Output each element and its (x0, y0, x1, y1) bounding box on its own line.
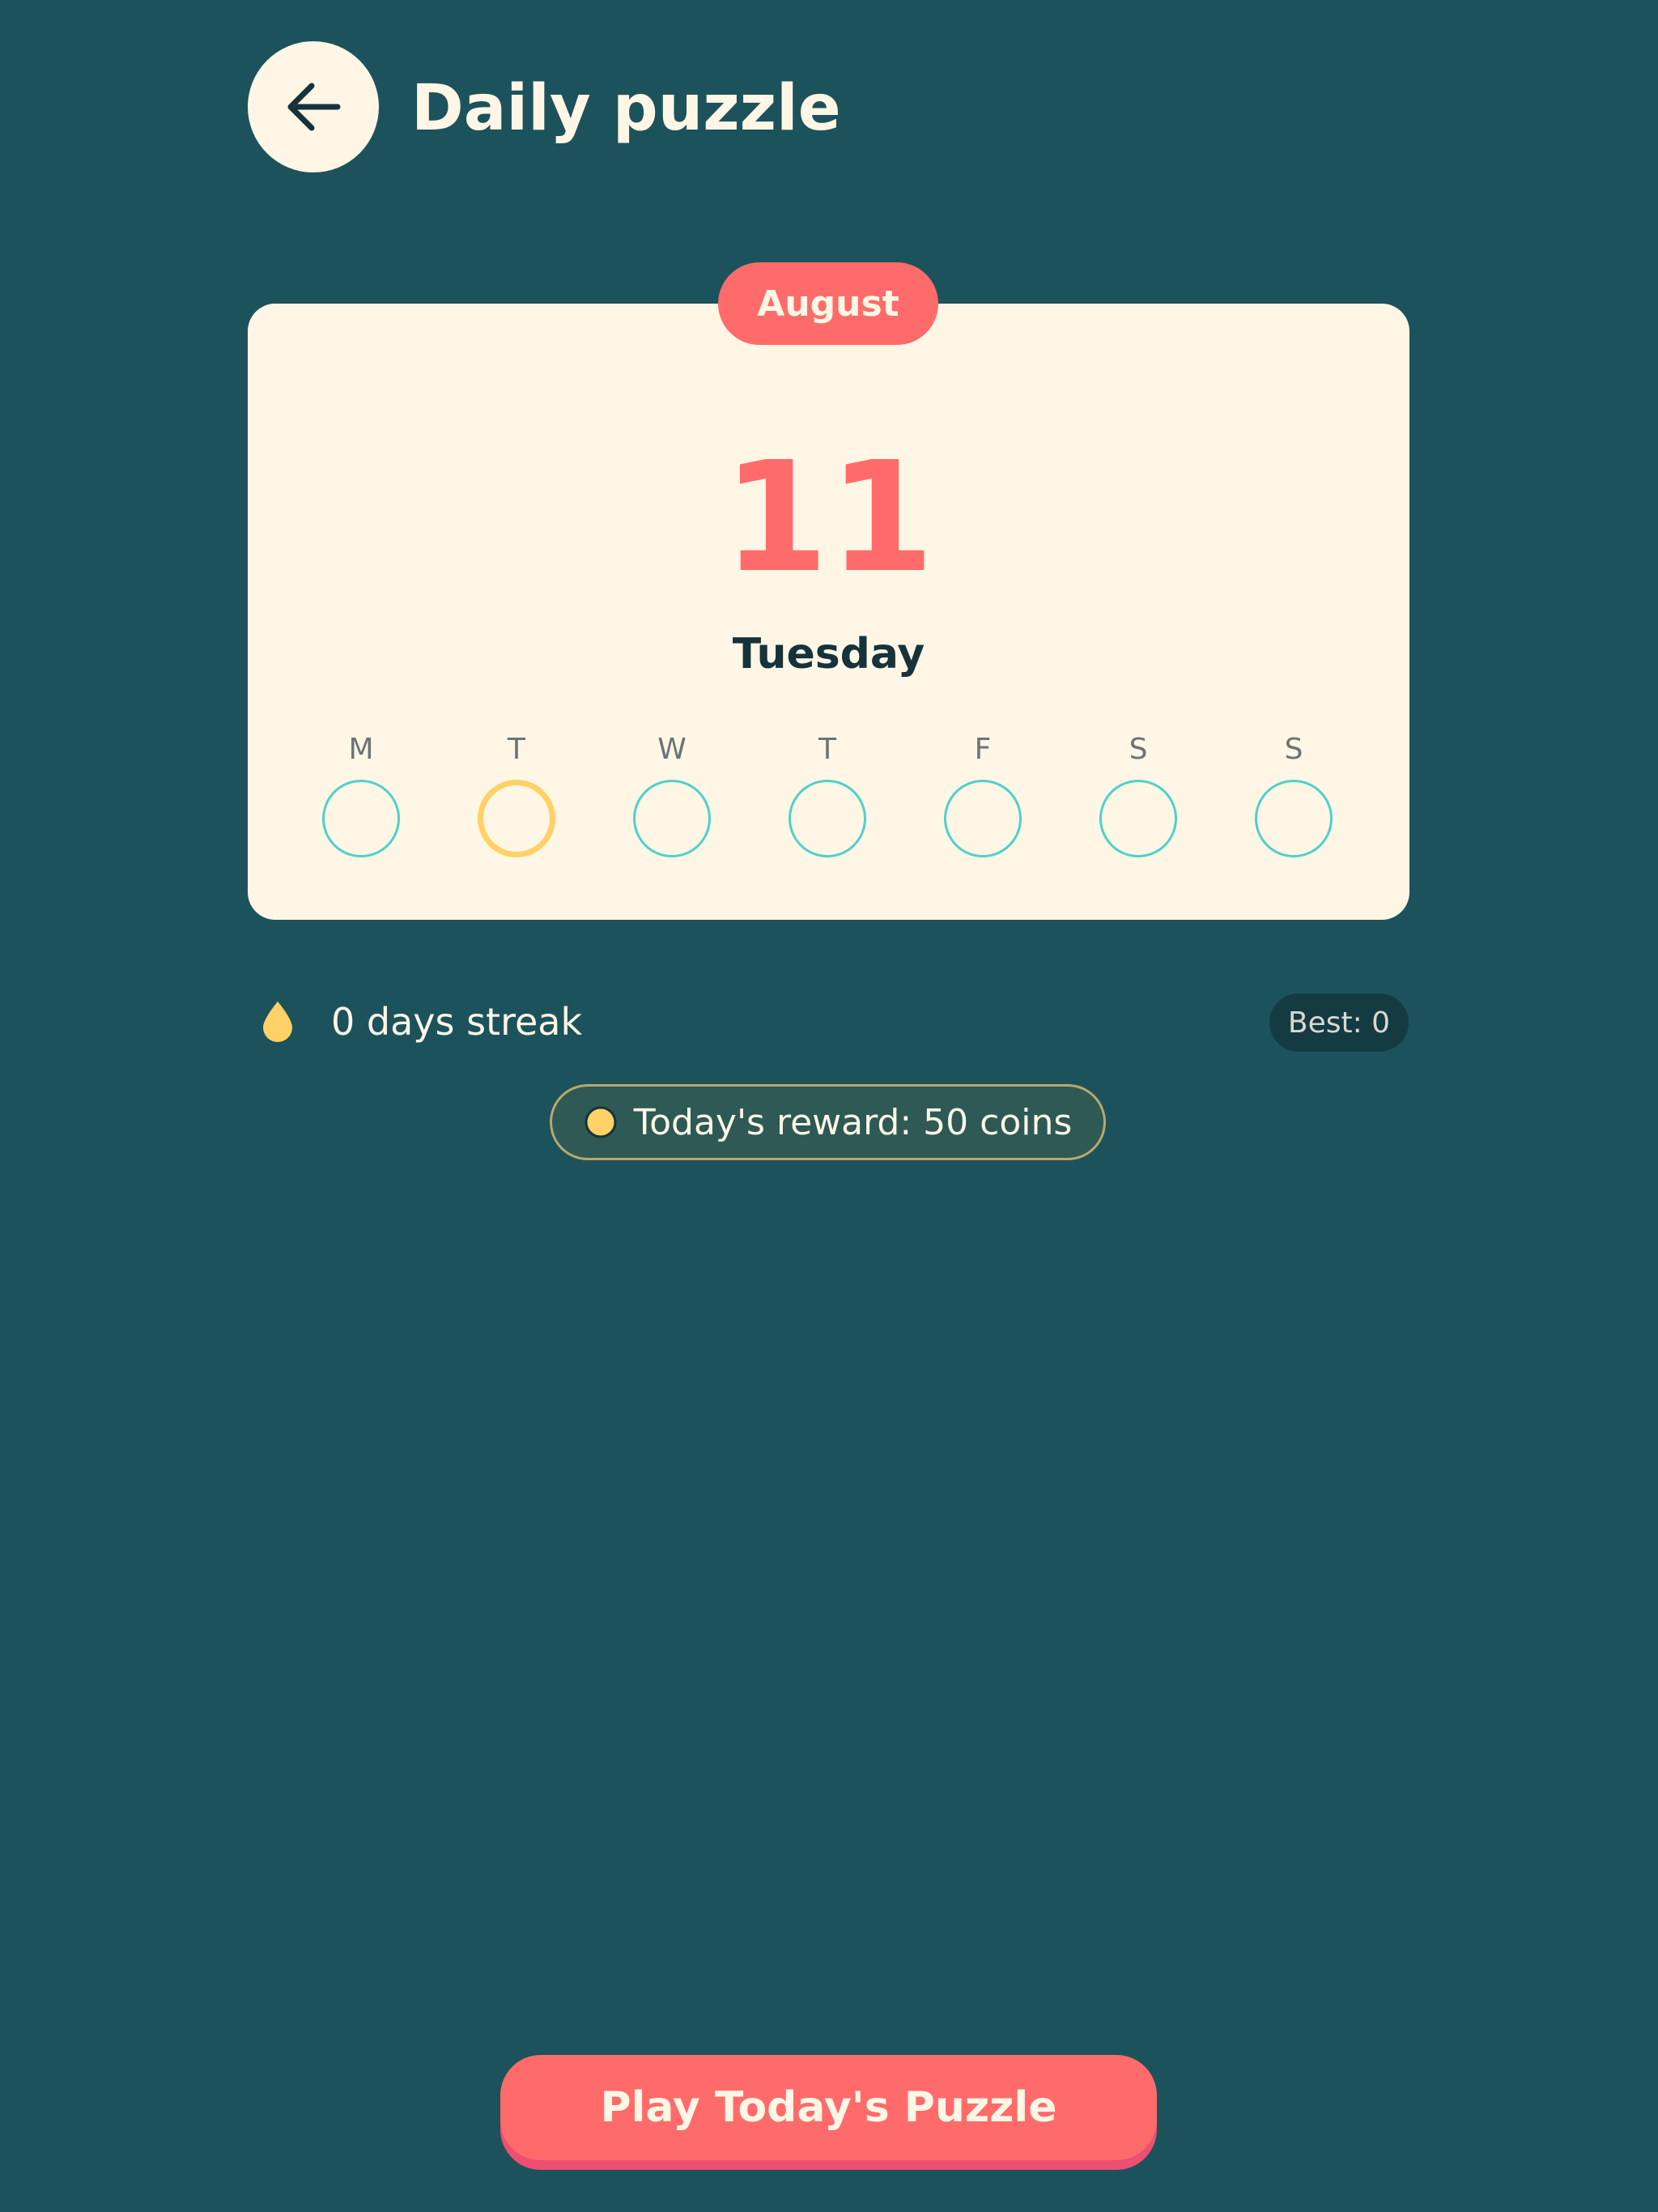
best-streak-badge: Best: 0 (1269, 993, 1409, 1052)
week-day-saturday: S (1098, 730, 1179, 857)
week-day-thursday: T (787, 730, 868, 857)
week-day-circle (1099, 780, 1177, 857)
week-day-circle (1255, 780, 1333, 857)
reward-badge: Today's reward: 50 coins (550, 1084, 1106, 1160)
weekday-label: Tuesday (732, 630, 925, 678)
calendar-card: 11 Tuesday M T W T F S S (248, 304, 1409, 920)
month-badge: August (718, 262, 938, 345)
week-day-circle-today (478, 780, 555, 857)
week-day-friday: F (942, 730, 1023, 857)
arrow-left-icon (287, 83, 341, 131)
week-day-circle (789, 780, 866, 857)
week-day-letter: T (508, 733, 525, 766)
back-button[interactable] (248, 41, 379, 172)
week-day-letter: F (974, 733, 992, 766)
week-day-circle (322, 780, 400, 857)
week-day-letter: T (818, 733, 836, 766)
week-day-letter: S (1129, 733, 1148, 766)
week-day-circle (633, 780, 711, 857)
streak-text: 0 days streak (331, 1000, 583, 1044)
page-title: Daily puzzle (411, 72, 841, 145)
week-day-tuesday: T (476, 730, 557, 857)
coin-icon (585, 1106, 617, 1138)
week-day-monday: M (321, 730, 402, 857)
streak-row: 0 days streak (260, 989, 582, 1054)
week-day-letter: S (1284, 733, 1303, 766)
week-day-letter: M (348, 733, 374, 766)
reward-text: Today's reward: 50 coins (633, 1101, 1073, 1143)
week-day-circle (944, 780, 1022, 857)
play-puzzle-button[interactable]: Play Today's Puzzle (500, 2055, 1157, 2160)
day-number: 11 (722, 429, 935, 606)
flame-icon (263, 1002, 292, 1042)
week-day-sunday: S (1253, 730, 1334, 857)
week-day-letter: W (657, 733, 687, 766)
week-day-wednesday: W (631, 730, 712, 857)
